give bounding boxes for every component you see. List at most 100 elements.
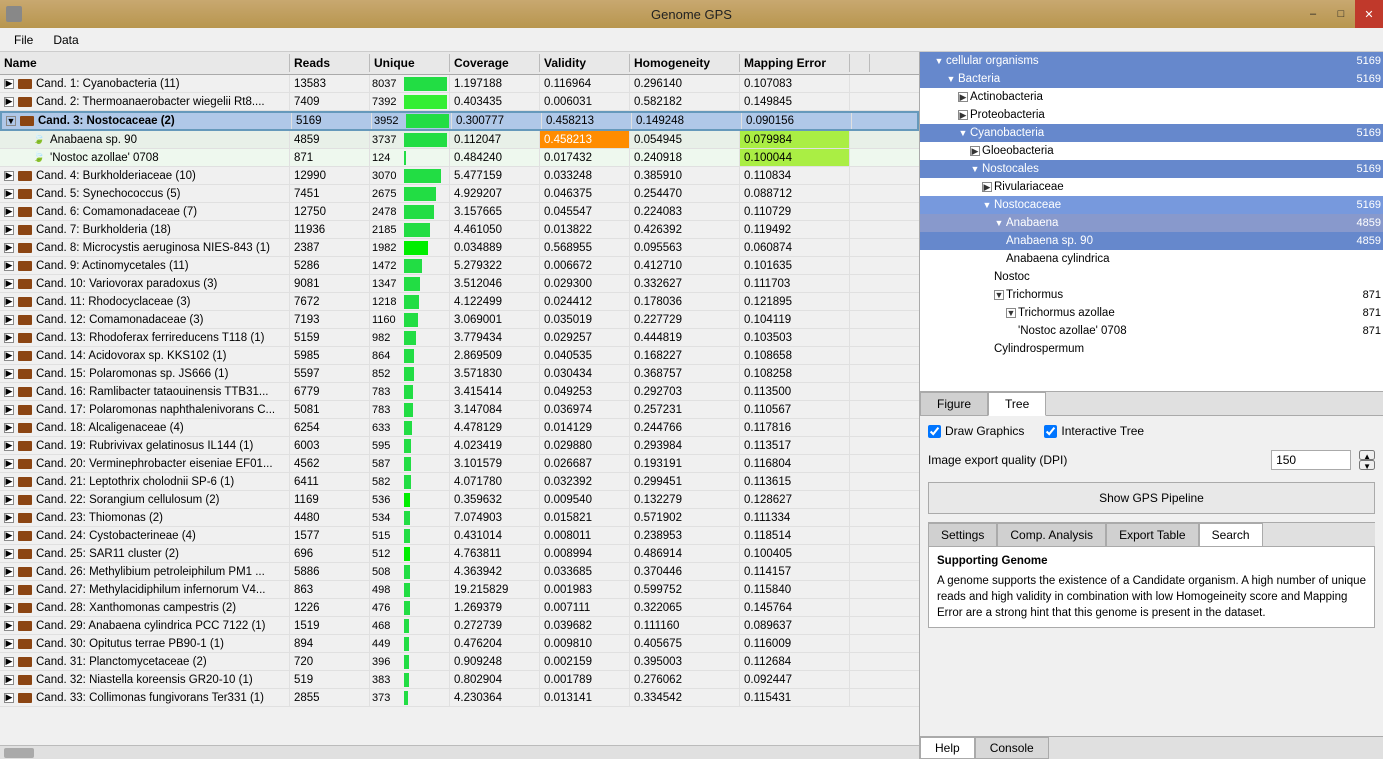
cell-name[interactable]: ▶ Cand. 16: Ramlibacter tataouinensis TT… xyxy=(0,383,290,400)
menu-data[interactable]: Data xyxy=(43,31,88,49)
tree-expand-icon[interactable]: ▶ xyxy=(958,92,968,102)
dpi-up-button[interactable]: ▲ xyxy=(1359,450,1375,460)
tree-node-bacteria[interactable]: ▼ Bacteria 5169 xyxy=(920,70,1383,88)
tree-node-anabaena[interactable]: ▼ Anabaena 4859 xyxy=(920,214,1383,232)
cell-name[interactable]: ▶ Cand. 10: Variovorax paradoxus (3) xyxy=(0,275,290,292)
expand-icon[interactable]: ▼ xyxy=(6,116,16,126)
table-row[interactable]: ▶ Cand. 15: Polaromonas sp. JS666 (1) 55… xyxy=(0,365,919,383)
expand-icon[interactable]: ▶ xyxy=(4,171,14,181)
tree-expand-icon[interactable]: ▶ xyxy=(970,146,980,156)
tree-panel[interactable]: ▼ cellular organisms 5169 ▼ Bacteria 516… xyxy=(920,52,1383,392)
tree-node-actino[interactable]: ▶ Actinobacteria xyxy=(920,88,1383,106)
cell-name[interactable]: 🍃 'Nostoc azollae' 0708 xyxy=(0,149,290,166)
table-row[interactable]: ▶ Cand. 9: Actinomycetales (11) 5286 147… xyxy=(0,257,919,275)
table-row[interactable]: ▶ Cand. 30: Opitutus terrae PB90-1 (1) 8… xyxy=(0,635,919,653)
cell-name[interactable]: ▶ Cand. 26: Methylibium petroleiphilum P… xyxy=(0,563,290,580)
expand-icon[interactable]: ▶ xyxy=(4,621,14,631)
table-row[interactable]: ▶ Cand. 5: Synechococcus (5) 7451 2675 4… xyxy=(0,185,919,203)
table-row[interactable]: ▶ Cand. 12: Comamonadaceae (3) 7193 1160… xyxy=(0,311,919,329)
expand-icon[interactable]: ▶ xyxy=(4,405,14,415)
table-row[interactable]: ▶ Cand. 13: Rhodoferax ferrireducens T11… xyxy=(0,329,919,347)
tree-node-nostoc-azollae[interactable]: 'Nostoc azollae' 0708 871 xyxy=(920,322,1383,340)
table-row[interactable]: ▶ Cand. 22: Sorangium cellulosum (2) 116… xyxy=(0,491,919,509)
table-row[interactable]: ▶ Cand. 20: Verminephrobacter eiseniae E… xyxy=(0,455,919,473)
dpi-input[interactable] xyxy=(1271,450,1351,470)
expand-icon[interactable]: ▶ xyxy=(4,315,14,325)
expand-icon[interactable]: ▶ xyxy=(4,369,14,379)
cell-name[interactable]: ▶ Cand. 8: Microcystis aeruginosa NIES-8… xyxy=(0,239,290,256)
expand-icon[interactable]: ▶ xyxy=(4,513,14,523)
close-button[interactable]: ✕ xyxy=(1355,0,1383,28)
table-row[interactable]: ▶ Cand. 32: Niastella koreensis GR20-10 … xyxy=(0,671,919,689)
tree-node-trichormus-azollae[interactable]: ▼ Trichormus azollae 871 xyxy=(920,304,1383,322)
cell-name[interactable]: ▶ Cand. 19: Rubrivivax gelatinosus IL144… xyxy=(0,437,290,454)
expand-icon[interactable]: ▶ xyxy=(4,207,14,217)
expand-icon[interactable]: ▶ xyxy=(4,441,14,451)
tree-node-anabaena-cyl[interactable]: Anabaena cylindrica xyxy=(920,250,1383,268)
expand-icon[interactable]: ▶ xyxy=(4,549,14,559)
cell-name[interactable]: ▶ Cand. 18: Alcaligenaceae (4) xyxy=(0,419,290,436)
expand-icon[interactable]: ▶ xyxy=(4,261,14,271)
cell-name[interactable]: ▶ Cand. 9: Actinomycetales (11) xyxy=(0,257,290,274)
expand-icon[interactable]: ▶ xyxy=(4,225,14,235)
draw-graphics-checkbox[interactable]: Draw Graphics xyxy=(928,424,1024,438)
table-row[interactable]: ▶ Cand. 27: Methylacidiphilum infernorum… xyxy=(0,581,919,599)
tree-expand-icon[interactable]: ▼ xyxy=(958,128,968,138)
expand-icon[interactable]: ▶ xyxy=(4,279,14,289)
table-row[interactable]: ▶ Cand. 23: Thiomonas (2) 4480 534 7.074… xyxy=(0,509,919,527)
tree-expand-icon[interactable]: ▼ xyxy=(946,74,956,84)
table-body[interactable]: ▶ Cand. 1: Cyanobacteria (11) 13583 8037… xyxy=(0,75,919,745)
interactive-tree-check[interactable] xyxy=(1044,425,1057,438)
expand-icon[interactable]: ▶ xyxy=(4,423,14,433)
expand-icon[interactable]: ▶ xyxy=(4,477,14,487)
cell-name[interactable]: ▶ Cand. 5: Synechococcus (5) xyxy=(0,185,290,202)
cell-name[interactable]: ▶ Cand. 12: Comamonadaceae (3) xyxy=(0,311,290,328)
expand-icon[interactable]: ▶ xyxy=(4,585,14,595)
expand-icon[interactable]: ▶ xyxy=(4,495,14,505)
table-row[interactable]: 🍃 'Nostoc azollae' 0708 871 124 0.484240… xyxy=(0,149,919,167)
table-row[interactable]: ▶ Cand. 1: Cyanobacteria (11) 13583 8037… xyxy=(0,75,919,93)
table-row[interactable]: ▶ Cand. 18: Alcaligenaceae (4) 6254 633 … xyxy=(0,419,919,437)
cell-name[interactable]: ▶ Cand. 11: Rhodocyclaceae (3) xyxy=(0,293,290,310)
expand-icon[interactable]: ▶ xyxy=(4,333,14,343)
table-row[interactable]: ▶ Cand. 25: SAR11 cluster (2) 696 512 4.… xyxy=(0,545,919,563)
cell-name[interactable]: ▶ Cand. 7: Burkholderia (18) xyxy=(0,221,290,238)
table-row[interactable]: ▶ Cand. 7: Burkholderia (18) 11936 2185 … xyxy=(0,221,919,239)
cell-name[interactable]: ▶ Cand. 29: Anabaena cylindrica PCC 7122… xyxy=(0,617,290,634)
table-row[interactable]: ▶ Cand. 33: Collimonas fungivorans Ter33… xyxy=(0,689,919,707)
draw-graphics-check[interactable] xyxy=(928,425,941,438)
console-button[interactable]: Console xyxy=(975,737,1049,759)
table-row[interactable]: ▶ Cand. 14: Acidovorax sp. KKS102 (1) 59… xyxy=(0,347,919,365)
table-row[interactable]: ▶ Cand. 24: Cystobacterineae (4) 1577 51… xyxy=(0,527,919,545)
cell-name[interactable]: ▶ Cand. 33: Collimonas fungivorans Ter33… xyxy=(0,689,290,706)
tree-node-anabaena-sp90[interactable]: Anabaena sp. 90 4859 xyxy=(920,232,1383,250)
expand-icon[interactable]: ▶ xyxy=(4,675,14,685)
cell-name[interactable]: ▶ Cand. 23: Thiomonas (2) xyxy=(0,509,290,526)
maximize-button[interactable]: □ xyxy=(1327,0,1355,28)
cell-name[interactable]: ▶ Cand. 13: Rhodoferax ferrireducens T11… xyxy=(0,329,290,346)
tab-search[interactable]: Search xyxy=(1199,523,1263,546)
cell-name[interactable]: ▶ Cand. 28: Xanthomonas campestris (2) xyxy=(0,599,290,616)
tree-node-nostocaceae[interactable]: ▼ Nostocaceae 5169 xyxy=(920,196,1383,214)
tree-node-gloeo[interactable]: ▶ Gloeobacteria xyxy=(920,142,1383,160)
expand-icon[interactable]: ▶ xyxy=(4,243,14,253)
cell-name[interactable]: ▼ Cand. 3: Nostocaceae (2) xyxy=(2,113,292,129)
table-row-selected[interactable]: ▼ Cand. 3: Nostocaceae (2) 5169 3952 0.3… xyxy=(0,111,919,131)
tab-tree[interactable]: Tree xyxy=(988,392,1046,416)
expand-icon[interactable]: ▶ xyxy=(4,603,14,613)
table-row[interactable]: ▶ Cand. 29: Anabaena cylindrica PCC 7122… xyxy=(0,617,919,635)
tab-export-table[interactable]: Export Table xyxy=(1106,523,1199,546)
tree-expand-icon[interactable]: ▼ xyxy=(994,218,1004,228)
cell-name[interactable]: ▶ Cand. 31: Planctomycetaceae (2) xyxy=(0,653,290,670)
horizontal-scrollbar[interactable] xyxy=(0,745,919,759)
tree-node-cylindro[interactable]: Cylindrospermum xyxy=(920,340,1383,358)
tree-node-nostocales[interactable]: ▼ Nostocales 5169 xyxy=(920,160,1383,178)
table-row[interactable]: ▶ Cand. 6: Comamonadaceae (7) 12750 2478… xyxy=(0,203,919,221)
show-gps-button[interactable]: Show GPS Pipeline xyxy=(928,482,1375,514)
table-row[interactable]: ▶ Cand. 10: Variovorax paradoxus (3) 908… xyxy=(0,275,919,293)
cell-name[interactable]: ▶ Cand. 20: Verminephrobacter eiseniae E… xyxy=(0,455,290,472)
cell-name[interactable]: ▶ Cand. 15: Polaromonas sp. JS666 (1) xyxy=(0,365,290,382)
tab-figure[interactable]: Figure xyxy=(920,392,988,415)
tree-node-trichormus[interactable]: ▼ Trichormus 871 xyxy=(920,286,1383,304)
tree-node-rivularia[interactable]: ▶ Rivulariaceae xyxy=(920,178,1383,196)
